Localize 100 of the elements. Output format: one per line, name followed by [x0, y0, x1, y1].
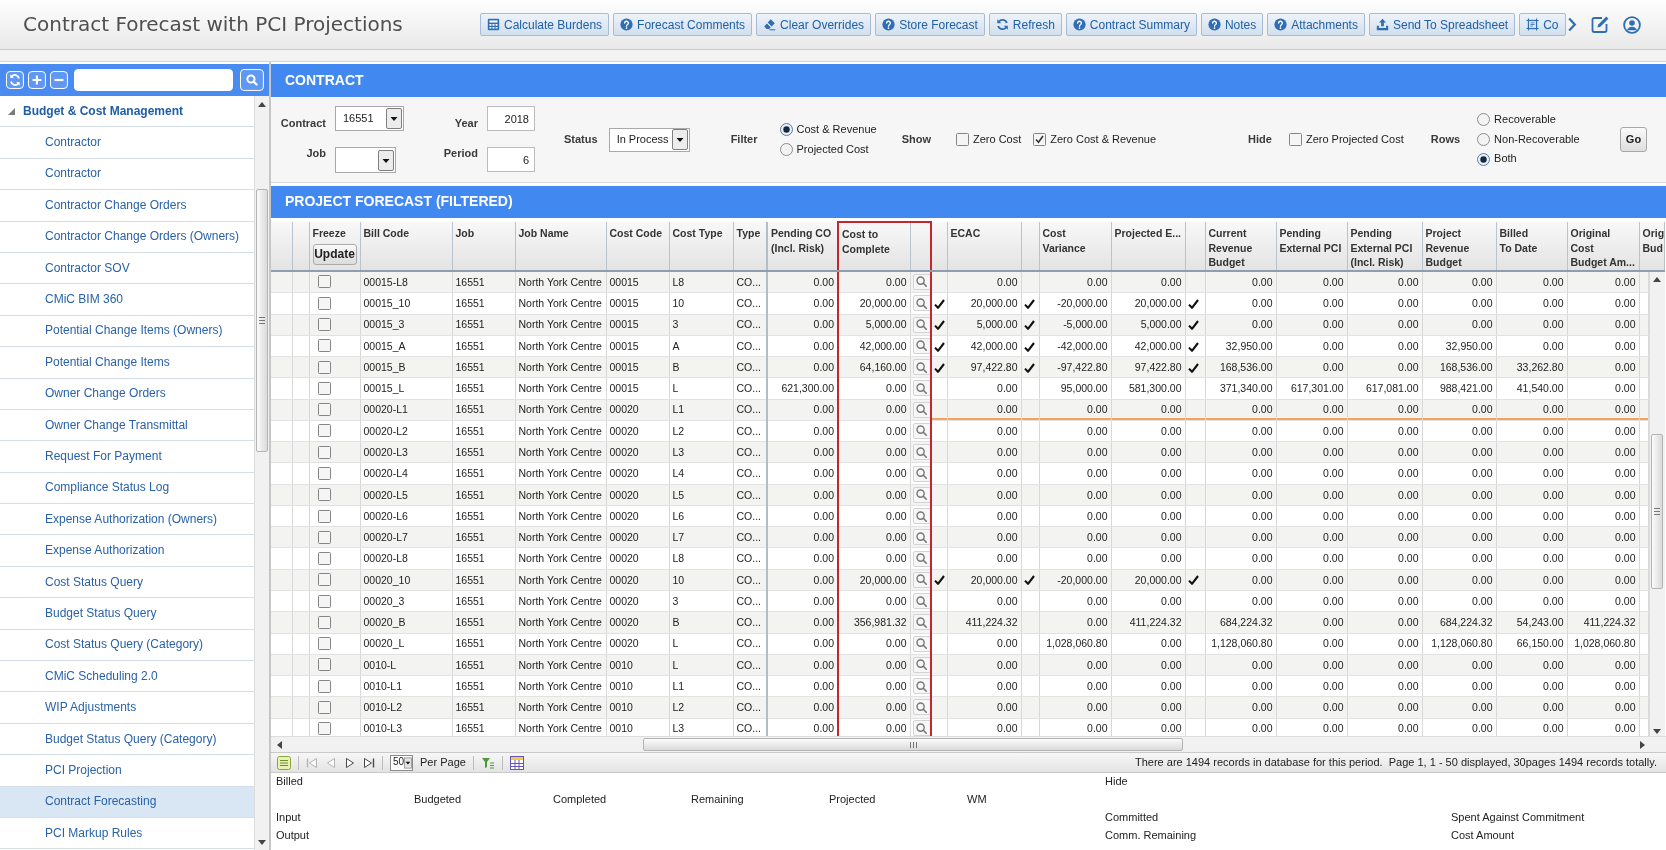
freeze-checkbox[interactable] — [317, 615, 331, 629]
amount-link[interactable]: 168,536.00 — [1439, 360, 1493, 373]
cost-type-link[interactable]: L6 — [672, 509, 685, 522]
minus-icon[interactable] — [49, 71, 68, 89]
amount-link[interactable]: 0.00 — [1252, 509, 1273, 522]
cost-type-link[interactable]: L — [672, 637, 679, 650]
lookup-button[interactable] — [912, 699, 931, 716]
amount-link[interactable]: 0.00 — [1252, 403, 1273, 416]
freeze-checkbox[interactable] — [317, 722, 331, 736]
per-page-dropdown[interactable]: 50 — [390, 754, 413, 771]
amount-link[interactable]: 0.00 — [1323, 552, 1344, 565]
amount-link[interactable]: 0.00 — [1472, 275, 1493, 288]
arrow-down-icon[interactable] — [258, 839, 266, 845]
refresh-icon[interactable] — [6, 71, 24, 89]
amount-link[interactable]: 33,262.80 — [1516, 360, 1564, 373]
filter-icon[interactable] — [480, 755, 495, 770]
amount-link[interactable]: 32,950.00 — [1445, 339, 1493, 352]
amount-link[interactable]: 0.00 — [1323, 722, 1344, 735]
cost-type-link[interactable]: L — [672, 382, 679, 395]
amount-link[interactable]: 1,128,060.80 — [1431, 637, 1493, 650]
freeze-checkbox[interactable] — [317, 275, 331, 289]
amount-link[interactable]: 0.00 — [1543, 594, 1564, 607]
checkbox[interactable] — [1288, 133, 1302, 146]
freeze-checkbox[interactable] — [317, 381, 331, 395]
lookup-button[interactable] — [912, 273, 931, 290]
amount-link[interactable]: 0.00 — [1252, 446, 1273, 458]
radio-button[interactable] — [1477, 113, 1491, 127]
amount-link[interactable]: 0.00 — [1323, 679, 1344, 692]
amount-link[interactable]: 0.00 — [1252, 552, 1273, 565]
freeze-checkbox[interactable] — [317, 403, 331, 417]
nav-item[interactable]: Contract Forecasting — [0, 786, 254, 818]
next-page-icon[interactable] — [344, 756, 356, 769]
amount-link[interactable]: 168,536.00 — [1219, 360, 1273, 373]
amount-link[interactable]: 0.00 — [1472, 573, 1493, 586]
table-row[interactable]: 0010-L2 16551 North York Centre 0010 L2 CO... 0.00 0.00 0.00 0.00 0.00 0.00 0.00 0.00 0.00 0.00 0.00 — [271, 696, 1648, 719]
clear-button[interactable]: Clear Overrides — [756, 13, 872, 36]
tree-group-label[interactable]: Budget & Cost Management — [23, 103, 183, 119]
amount-link[interactable]: 0.00 — [1543, 701, 1564, 714]
notes-button[interactable]: Notes — [1200, 13, 1264, 36]
contract-dropdown[interactable]: 16551 — [335, 106, 404, 131]
arrow-down-icon[interactable] — [1653, 729, 1661, 734]
amount-link[interactable]: 0.00 — [1472, 722, 1493, 735]
freeze-checkbox[interactable] — [317, 637, 331, 651]
table-row[interactable]: 00020-L7 16551 North York Centre 00020 L7 CO... 0.00 0.00 0.00 0.00 0.00 0.00 0.00 0.00 0.00 0.00 0.00 — [271, 526, 1648, 548]
amount-link[interactable]: 0.00 — [1543, 509, 1564, 522]
grid-icon[interactable] — [277, 755, 291, 770]
arrow-left-icon[interactable] — [276, 740, 282, 749]
caret-icon[interactable] — [8, 107, 15, 115]
lookup-button[interactable] — [912, 529, 931, 546]
amount-link[interactable]: 0.00 — [1472, 658, 1493, 671]
cost-type-link[interactable]: L2 — [672, 701, 685, 714]
cost-type-link[interactable]: L5 — [672, 488, 685, 501]
job-dropdown[interactable] — [335, 147, 396, 173]
amount-link[interactable]: 0.00 — [1252, 467, 1273, 480]
amount-link[interactable]: 0.00 — [1252, 701, 1273, 714]
amount-link[interactable]: 0.00 — [1252, 531, 1273, 544]
amount-link[interactable]: 0.00 — [1543, 658, 1564, 671]
comments-button[interactable]: Forecast Comments — [613, 13, 753, 36]
amount-link[interactable]: 41,540.00 — [1516, 382, 1564, 395]
amount-link[interactable]: 0.00 — [1323, 701, 1344, 714]
freeze-checkbox[interactable] — [317, 573, 331, 587]
amount-link[interactable]: 1,128,060.80 — [1211, 637, 1273, 650]
freeze-checkbox[interactable] — [317, 700, 331, 714]
amount-link[interactable]: 0.00 — [1323, 594, 1344, 607]
table-row[interactable]: 00015_3 16551 North York Centre 00015 3 CO... 0.00 5,000.00 5,000.00 -5,000.00 5,000.00 0.00 0.00 0.00 0.00 0.00 0.00 — [271, 314, 1648, 336]
amount-link[interactable]: 0.00 — [1323, 658, 1344, 671]
freeze-checkbox[interactable] — [317, 509, 331, 523]
amount-link[interactable]: 0.00 — [1472, 509, 1493, 522]
cost-type-link[interactable]: 10 — [672, 297, 685, 310]
amount-link[interactable]: 0.00 — [1543, 339, 1564, 352]
lookup-button[interactable] — [912, 295, 931, 312]
amount-link[interactable]: 0.00 — [1472, 318, 1493, 331]
toolbar-button[interactable]: Co — [1519, 13, 1566, 36]
amount-link[interactable]: 0.00 — [1543, 488, 1564, 501]
edit-icon[interactable] — [1591, 16, 1609, 33]
checkbox[interactable] — [1033, 133, 1047, 146]
lookup-button[interactable] — [912, 337, 931, 354]
lookup-button[interactable] — [912, 720, 931, 737]
cost-type-link[interactable]: L8 — [672, 552, 685, 565]
amount-link[interactable]: 32,950.00 — [1225, 339, 1273, 352]
amount-link[interactable]: 0.00 — [1472, 594, 1493, 607]
amount-link[interactable]: 0.00 — [1323, 446, 1344, 458]
amount-link[interactable]: 0.00 — [1543, 552, 1564, 565]
amount-link[interactable]: 0.00 — [1543, 403, 1564, 416]
amount-link[interactable]: 617,301.00 — [1290, 382, 1344, 395]
amount-link[interactable]: 0.00 — [1472, 552, 1493, 565]
lookup-button[interactable] — [912, 465, 931, 482]
table-row[interactable]: 00020_B 16551 North York Centre 00020 B CO... 0.00 356,981.32 411,224.32 0.00 411,224.32 684,224.32 0.00 0.00 684,224.32 54,243.00 411,224.32 — [271, 611, 1648, 633]
amount-link[interactable]: 0.00 — [1472, 424, 1493, 437]
table-row[interactable]: 00020-L1 16551 North York Centre 00020 L1 CO... 0.00 0.00 0.00 0.00 0.00 0.00 0.00 0.00 0.00 0.00 0.00 — [271, 399, 1648, 421]
lookup-button[interactable] — [912, 401, 931, 418]
lookup-button[interactable] — [912, 423, 931, 439]
freeze-checkbox[interactable] — [317, 530, 331, 544]
amount-link[interactable]: 0.00 — [1323, 339, 1344, 352]
amount-link[interactable]: 0.00 — [1323, 403, 1344, 416]
freeze-checkbox[interactable] — [317, 296, 331, 310]
amount-link[interactable]: 0.00 — [1323, 488, 1344, 501]
amount-link[interactable]: 0.00 — [1323, 509, 1344, 522]
cost-type-link[interactable]: L2 — [672, 424, 685, 437]
cost-type-link[interactable]: L7 — [672, 531, 685, 544]
